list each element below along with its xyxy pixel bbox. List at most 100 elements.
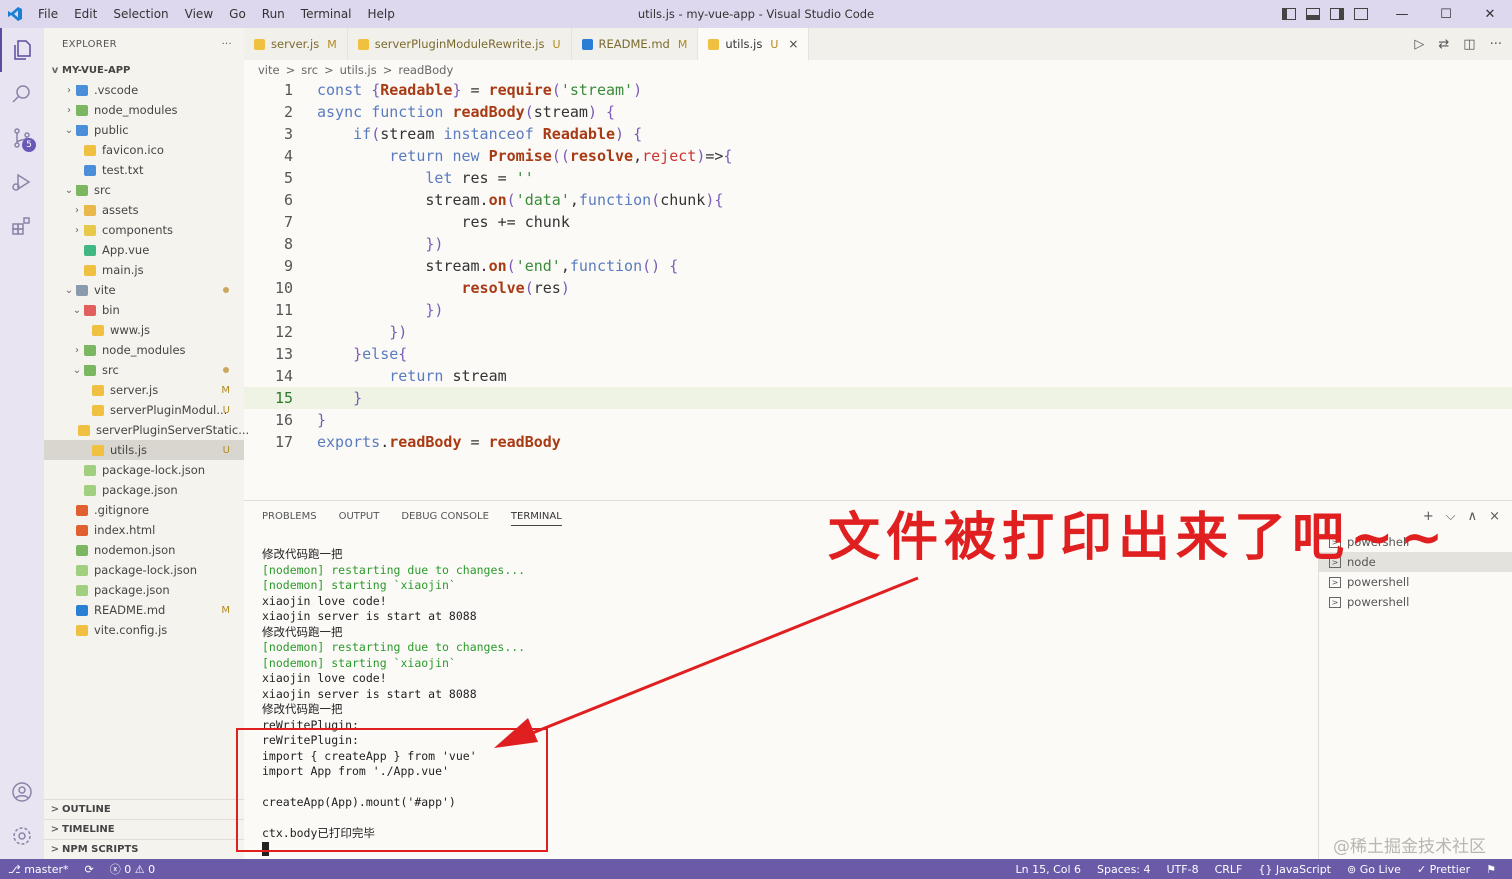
close-window-button[interactable]: ✕ bbox=[1468, 7, 1512, 22]
maximize-button[interactable]: ☐ bbox=[1424, 7, 1468, 22]
compare-icon[interactable]: ⇄ bbox=[1438, 37, 1449, 52]
git-status: U bbox=[222, 404, 230, 416]
menu-edit[interactable]: Edit bbox=[66, 0, 105, 28]
code-editor[interactable]: 1 const {Readable} = require('stream') 2 as… bbox=[244, 79, 1512, 499]
run-icon[interactable]: ▷ bbox=[1414, 37, 1424, 52]
close-tab-icon[interactable]: × bbox=[788, 37, 798, 51]
breadcrumb-vite[interactable]: vite bbox=[258, 63, 280, 77]
tree-item[interactable]: › .vscode bbox=[44, 80, 244, 100]
tree-item[interactable]: README.md M bbox=[44, 600, 244, 620]
sync-icon[interactable]: ⟳ bbox=[76, 863, 101, 876]
language-mode[interactable]: {} JavaScript bbox=[1250, 863, 1339, 876]
encoding[interactable]: UTF-8 bbox=[1159, 863, 1207, 876]
tree-item[interactable]: › node_modules bbox=[44, 100, 244, 120]
project-header[interactable]: v MY-VUE-APP bbox=[44, 60, 244, 80]
menu-run[interactable]: Run bbox=[254, 0, 293, 28]
menu-view[interactable]: View bbox=[177, 0, 221, 28]
tree-item[interactable]: serverPluginServerStatic... bbox=[44, 420, 249, 440]
manage-gear-icon[interactable] bbox=[0, 814, 44, 858]
menu-selection[interactable]: Selection bbox=[105, 0, 176, 28]
problems-indicator[interactable]: ⓧ 0 ⚠ 0 bbox=[102, 861, 163, 877]
more-actions-icon[interactable]: ··· bbox=[1490, 37, 1502, 52]
customize-layout-icon[interactable] bbox=[1354, 8, 1368, 20]
tree-item[interactable]: › components bbox=[44, 220, 244, 240]
tree-item[interactable]: index.html bbox=[44, 520, 244, 540]
tree-item[interactable]: ⌄ bin bbox=[44, 300, 244, 320]
editor-tab[interactable]: serverPluginModuleRewrite.js U bbox=[348, 28, 572, 60]
terminal-instance[interactable]: > powershell bbox=[1319, 592, 1512, 612]
code-text: stream.on('data',function(chunk){ bbox=[317, 191, 724, 209]
tab-label: utils.js bbox=[725, 37, 763, 51]
tree-item[interactable]: ⌄ src bbox=[44, 360, 244, 380]
tree-item[interactable]: utils.js U bbox=[44, 440, 244, 460]
tree-item-label: src bbox=[94, 183, 111, 197]
menu-terminal[interactable]: Terminal bbox=[293, 0, 360, 28]
notifications-icon[interactable]: ⚑ bbox=[1478, 863, 1504, 876]
indentation[interactable]: Spaces: 4 bbox=[1089, 863, 1158, 876]
tab-debug-console[interactable]: DEBUG CONSOLE bbox=[401, 511, 489, 526]
tree-item[interactable]: favicon.ico bbox=[44, 140, 244, 160]
breadcrumb-symbol[interactable]: readBody bbox=[398, 63, 453, 77]
minimize-button[interactable]: — bbox=[1380, 7, 1424, 22]
branch-indicator[interactable]: ⎇ master* bbox=[0, 863, 76, 876]
tree-item[interactable]: package-lock.json bbox=[44, 560, 244, 580]
menu-file[interactable]: File bbox=[30, 0, 66, 28]
editor-tab[interactable]: README.md M bbox=[572, 28, 699, 60]
tree-item[interactable]: server.js M bbox=[44, 380, 244, 400]
tree-item-label: components bbox=[102, 223, 174, 237]
tree-item[interactable]: App.vue bbox=[44, 240, 244, 260]
maximize-panel-button[interactable]: ∧ bbox=[1468, 509, 1478, 524]
run-debug-icon[interactable] bbox=[0, 160, 44, 204]
tree-item[interactable]: .gitignore bbox=[44, 500, 244, 520]
tree-item[interactable]: www.js bbox=[44, 320, 244, 340]
accounts-icon[interactable] bbox=[0, 770, 44, 814]
editor-tab[interactable]: utils.js U × bbox=[698, 28, 810, 60]
menu-help[interactable]: Help bbox=[360, 0, 403, 28]
prettier-label: Prettier bbox=[1429, 862, 1471, 876]
terminal-instance[interactable]: > powershell bbox=[1319, 572, 1512, 592]
tree-item[interactable]: › node_modules bbox=[44, 340, 244, 360]
chevron-right-icon: > bbox=[50, 804, 60, 815]
extensions-icon[interactable] bbox=[0, 204, 44, 248]
editor-actions: ▷ ⇄ ◫ ··· bbox=[1414, 28, 1512, 60]
tree-item[interactable]: test.txt bbox=[44, 160, 244, 180]
breadcrumb-file[interactable]: utils.js bbox=[340, 63, 377, 77]
tab-problems[interactable]: PROBLEMS bbox=[262, 511, 317, 526]
explorer-icon[interactable] bbox=[0, 28, 44, 72]
menu-go[interactable]: Go bbox=[221, 0, 254, 28]
tree-item[interactable]: ⌄ public bbox=[44, 120, 244, 140]
line-ending[interactable]: CRLF bbox=[1207, 863, 1251, 876]
tree-item[interactable]: vite.config.js bbox=[44, 620, 244, 640]
tree-item[interactable]: › assets bbox=[44, 200, 244, 220]
explorer-more-button[interactable]: ··· bbox=[222, 39, 232, 50]
search-icon[interactable] bbox=[0, 72, 44, 116]
tree-item[interactable]: serverPluginModul... U bbox=[44, 400, 244, 420]
code-text: res += chunk bbox=[317, 213, 570, 231]
tree-item[interactable]: package.json bbox=[44, 580, 244, 600]
line-number: 3 bbox=[283, 125, 293, 143]
sidebar-sections: > OUTLINE > TIMELINE > NPM SCRIPTS bbox=[44, 799, 244, 859]
close-panel-button[interactable]: × bbox=[1489, 509, 1500, 524]
split-editor-icon[interactable]: ◫ bbox=[1463, 37, 1475, 52]
tab-terminal[interactable]: TERMINAL bbox=[510, 511, 562, 526]
tab-output[interactable]: OUTPUT bbox=[339, 511, 380, 526]
tree-item[interactable]: package.json bbox=[44, 480, 244, 500]
source-control-icon[interactable]: 5 bbox=[0, 116, 44, 160]
prettier[interactable]: ✓ Prettier bbox=[1409, 863, 1478, 876]
tree-item[interactable]: package-lock.json bbox=[44, 460, 244, 480]
tree-item[interactable]: main.js bbox=[44, 260, 244, 280]
tree-item[interactable]: ⌄ src bbox=[44, 180, 244, 200]
timeline-section[interactable]: > TIMELINE bbox=[44, 819, 244, 839]
toggle-sidebar-icon[interactable] bbox=[1282, 8, 1296, 20]
tree-item-label: server.js bbox=[110, 383, 159, 397]
toggle-secondary-sidebar-icon[interactable] bbox=[1330, 8, 1344, 20]
breadcrumb-src[interactable]: src bbox=[301, 63, 318, 77]
cursor-position[interactable]: Ln 15, Col 6 bbox=[1007, 863, 1089, 876]
tree-item[interactable]: ⌄ vite bbox=[44, 280, 244, 300]
tree-item[interactable]: nodemon.json bbox=[44, 540, 244, 560]
go-live[interactable]: ⊚ Go Live bbox=[1339, 863, 1409, 876]
npm-scripts-section[interactable]: > NPM SCRIPTS bbox=[44, 839, 244, 859]
outline-section[interactable]: > OUTLINE bbox=[44, 799, 244, 819]
toggle-panel-icon[interactable] bbox=[1306, 8, 1320, 20]
editor-tab[interactable]: server.js M bbox=[244, 28, 348, 60]
